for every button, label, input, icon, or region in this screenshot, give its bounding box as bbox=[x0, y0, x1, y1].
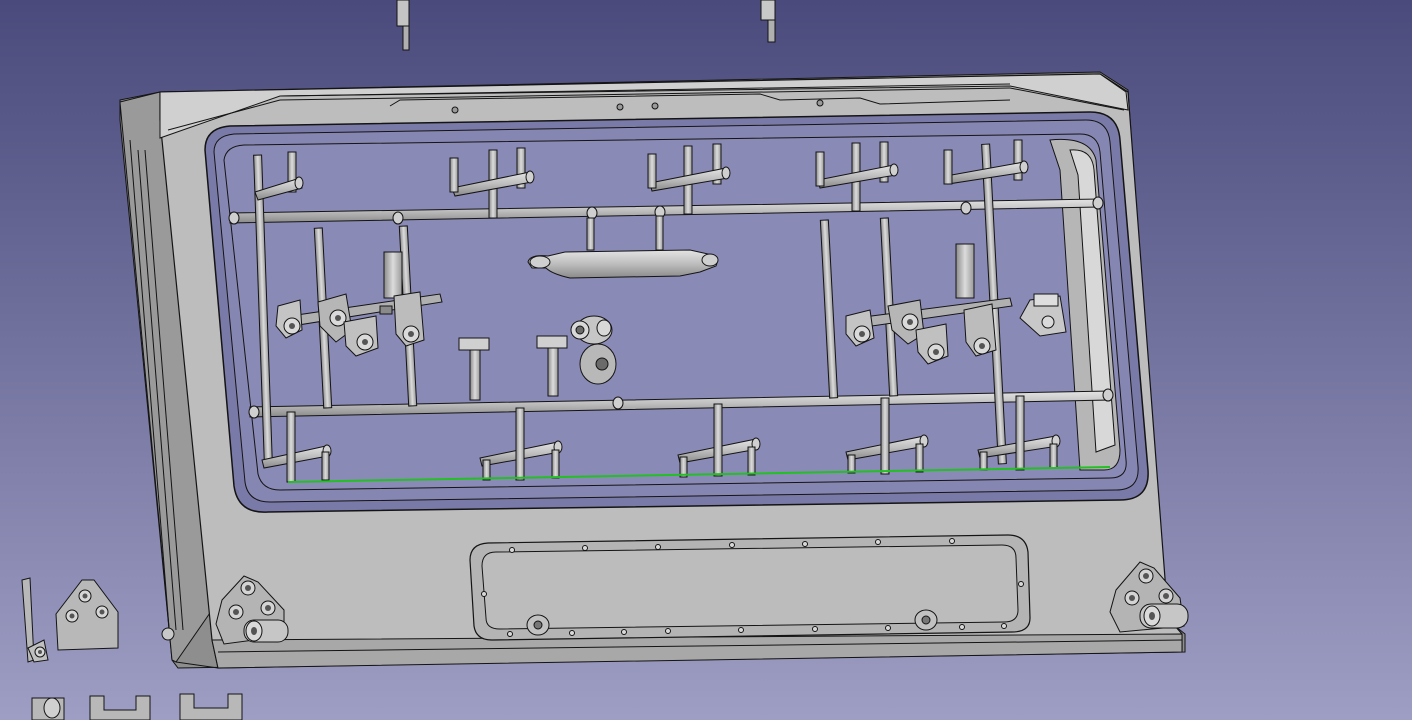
center-shaft-part[interactable] bbox=[527, 249, 719, 279]
cad-scene[interactable] bbox=[0, 0, 1412, 720]
lower-access-panel[interactable] bbox=[469, 534, 1031, 641]
3d-viewport[interactable] bbox=[0, 0, 1412, 720]
